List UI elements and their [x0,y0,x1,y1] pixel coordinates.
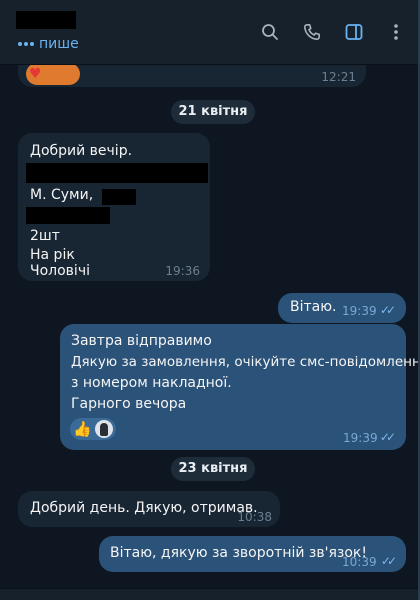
message-time: 19:39 [343,431,378,445]
read-checks-icon: ✓✓ [380,554,397,568]
typing-status-label: пише [39,36,79,52]
message-text: Добрий день. Дякую, отримав. [30,500,258,516]
chat-header: пише [0,0,418,65]
message-time: 19:36 [165,264,200,278]
message-time: 10:38 [237,510,272,524]
message-text-line: Завтра відправимо [71,333,212,349]
typing-dots-icon [18,42,34,46]
message-text-line: Дякую за замовлення, очікуйте смс-повідо… [71,354,418,370]
heart-reaction[interactable]: ♥ [26,65,80,85]
thumbs-up-reaction[interactable]: 👍 [70,418,116,440]
message-text-line: М. Суми, [30,187,94,203]
reactor-avatar [94,420,113,438]
message-bubble-outgoing[interactable]: Вітаю. 19:39 ✓✓ [278,293,406,323]
message-bubble-outgoing[interactable]: Вітаю, дякую за зворотній зв'язок! 10:39… [99,536,406,572]
date-separator: 23 квітня [171,457,255,481]
phone-icon[interactable] [298,18,326,46]
telegram-window: пише ♥ 12:21 21 квітня Добрий вечір. М. … [0,0,420,600]
message-text-line: Чоловічі [30,263,90,279]
message-bubble-outgoing[interactable]: Завтра відправимо Дякую за замовлення, о… [60,324,418,450]
message-time: 10:39 [342,555,377,569]
sidebar-panel-icon[interactable] [340,18,368,46]
chat-name-redacted[interactable] [16,11,76,29]
header-actions [256,18,410,46]
message-time: 12:21 [321,70,356,84]
read-checks-icon: ✓✓ [379,303,396,317]
message-bubble-incoming[interactable]: Добрий день. Дякую, отримав. 10:38 [18,491,280,527]
read-checks-icon: ✓✓ [379,430,396,444]
message-bubble-top[interactable]: ♥ 12:21 [18,65,366,87]
message-list[interactable]: ♥ 12:21 21 квітня Добрий вечір. М. Суми,… [0,65,418,600]
message-text-line: 2шт [30,228,60,244]
typing-status: пише [18,36,79,52]
date-separator: 21 квітня [171,100,255,124]
redacted-text [26,207,110,224]
message-text: Вітаю. [290,299,337,315]
redacted-text [102,189,136,205]
message-text-line: з номером накладної. [71,375,232,391]
heart-icon: ♥ [29,66,42,82]
message-bubble-incoming[interactable]: Добрий вечір. М. Суми, 2шт На рік Чолові… [18,133,210,281]
redacted-text [26,163,208,183]
more-icon[interactable] [382,18,410,46]
search-icon[interactable] [256,18,284,46]
message-time: 19:39 [342,304,377,318]
message-text: Вітаю, дякую за зворотній зв'язок! [110,545,367,561]
thumbs-up-emoji: 👍 [73,420,92,438]
message-text-line: Гарного вечора [71,396,187,412]
message-text-line: Добрий вечір. [30,143,133,159]
composer-bar[interactable] [0,588,418,600]
